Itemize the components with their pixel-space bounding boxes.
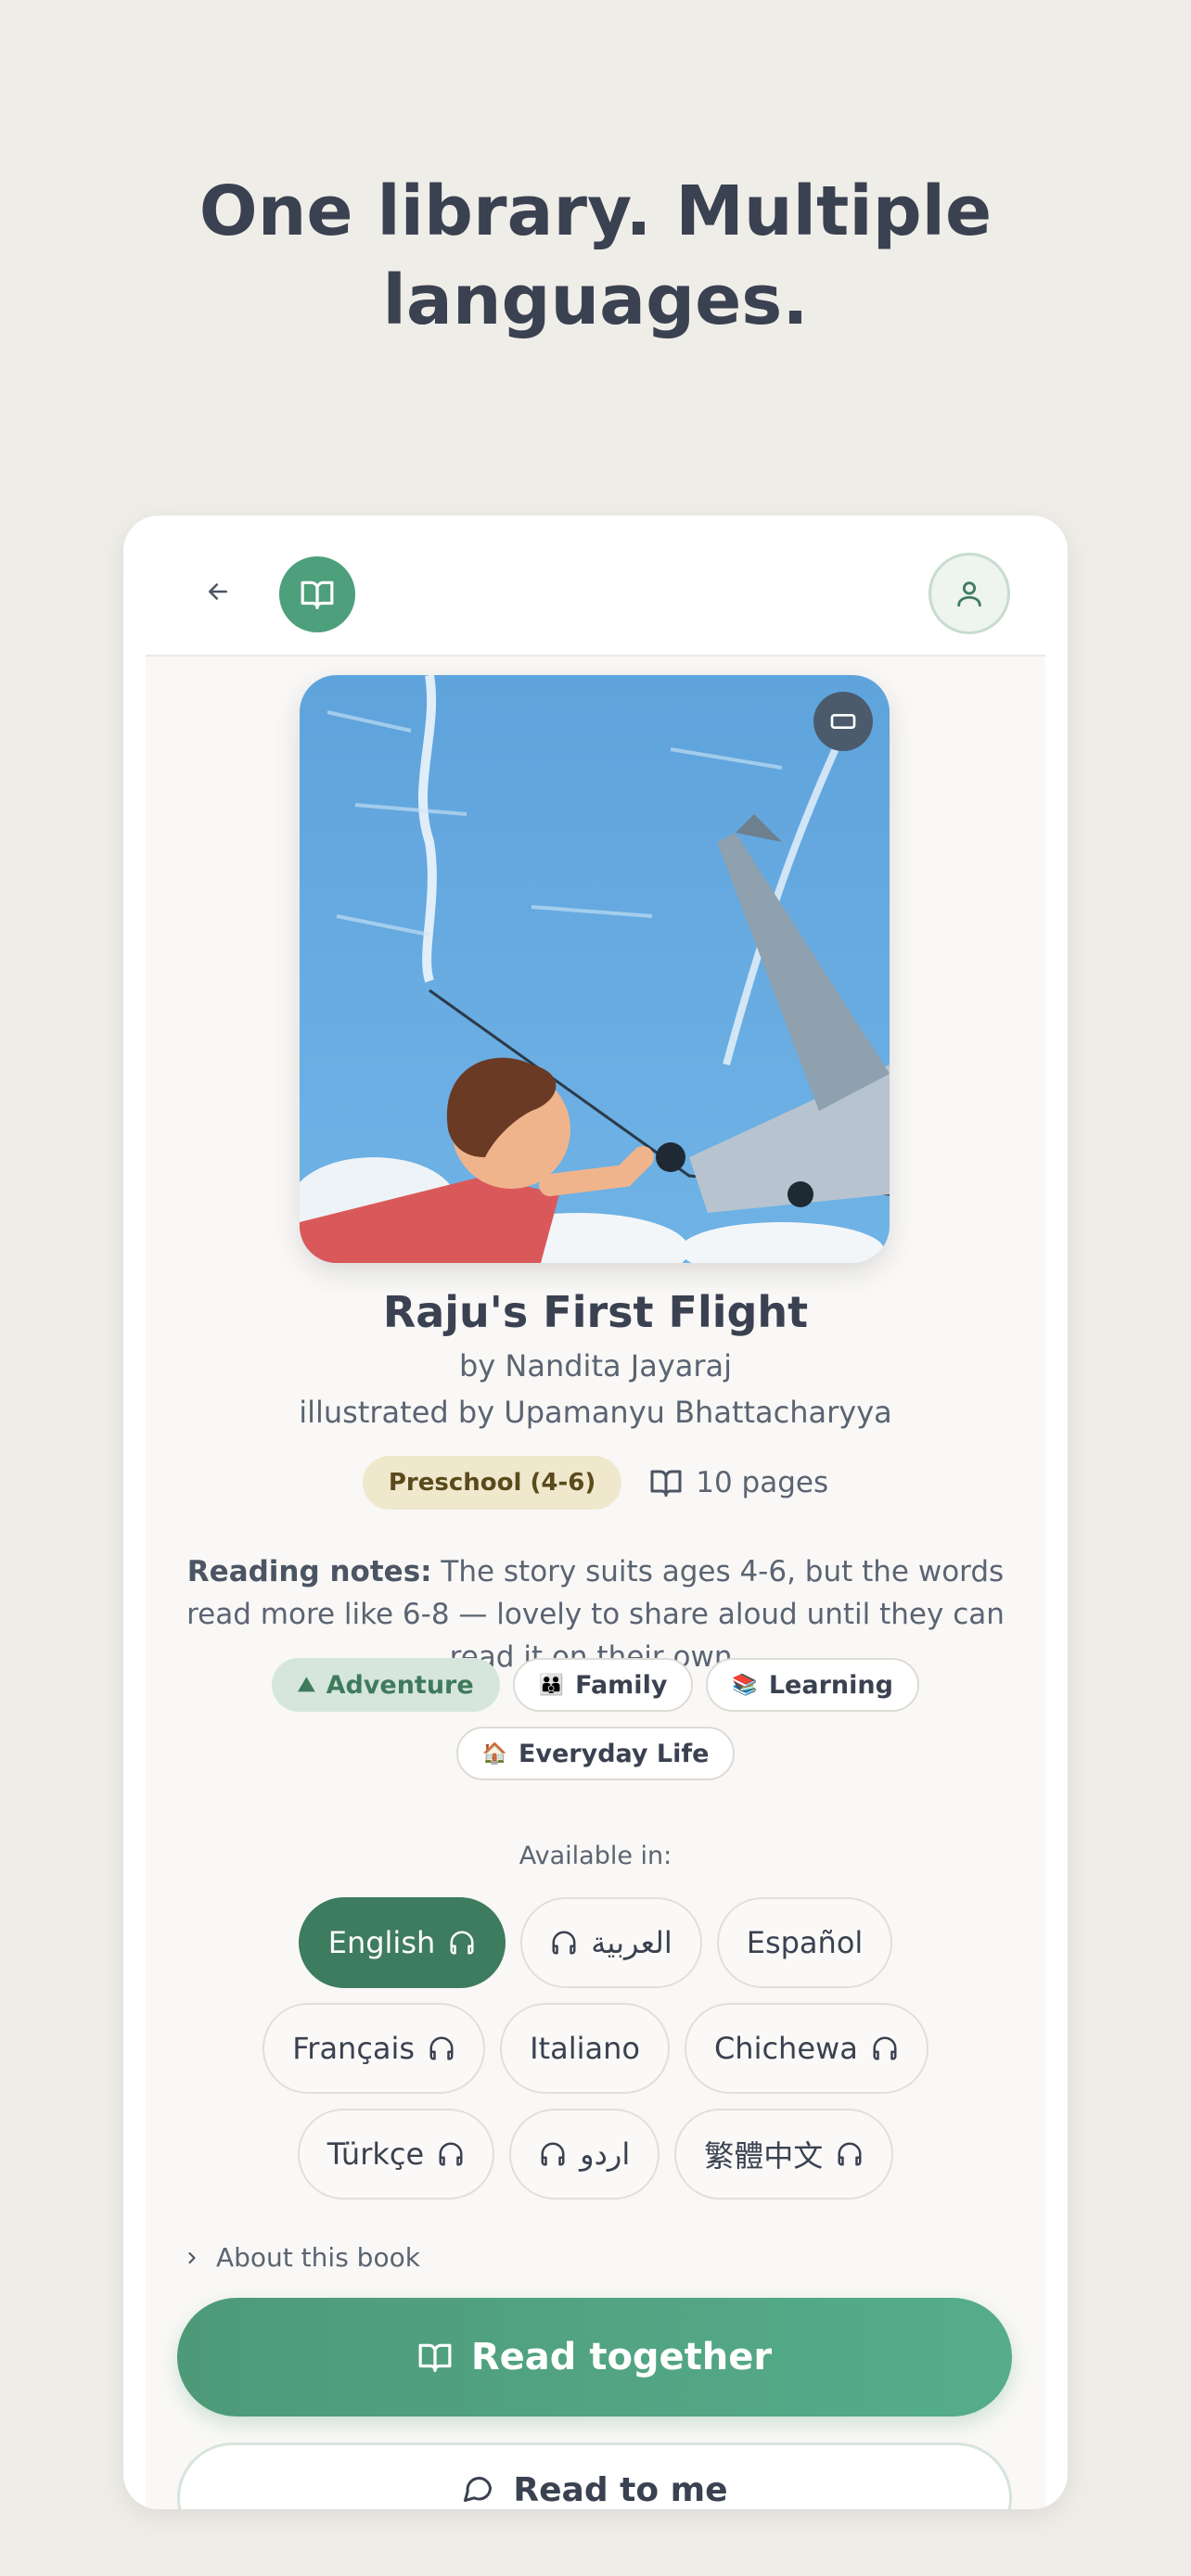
language-chip[interactable]: Chichewa [684, 2003, 928, 2094]
available-in-label: Available in: [519, 1842, 672, 1870]
headphones-icon [541, 2142, 565, 2166]
top-bar [123, 516, 1068, 655]
headline: One library. Multiple languages. [198, 172, 992, 340]
headphones-icon [450, 1931, 474, 1955]
tag-everyday-life[interactable]: 🏠 Everyday Life [455, 1727, 736, 1780]
headphones-icon [552, 1931, 576, 1955]
tag-adventure[interactable]: ⛰ Adventure [272, 1658, 500, 1712]
book-author: by Nandita Jayaraj [458, 1348, 733, 1384]
age-badge: Preschool (4-6) [362, 1456, 622, 1510]
family-icon: 👪 [538, 1673, 565, 1697]
mountain-icon: ⛰ [298, 1673, 315, 1697]
book-illustrator: illustrated by Upamanyu Bhattacharyya [299, 1395, 892, 1430]
language-label: English [327, 1925, 436, 1960]
reading-notes-label: Reading notes: [186, 1555, 432, 1588]
book-open-icon [301, 580, 334, 609]
language-chip[interactable]: Türkçe [297, 2109, 495, 2200]
about-this-book-toggle[interactable]: About this book [183, 2242, 420, 2273]
language-chip[interactable]: Français [263, 2003, 486, 2094]
language-label: Español [746, 1925, 864, 1960]
language-label: Chichewa [713, 2031, 858, 2066]
page-count: 10 pages [649, 1466, 828, 1499]
read-to-me-label: Read to me [513, 2471, 728, 2509]
tag-list: ⛰ Adventure 👪 Family 📚 Learning 🏠 Everyd… [257, 1658, 934, 1780]
house-icon: 🏠 [481, 1741, 507, 1766]
landscape-view-icon [830, 714, 856, 729]
library-home-button[interactable] [279, 556, 355, 632]
language-list: English العربية Español Français Italiano Chi… [183, 1897, 1008, 2200]
language-label: Français [292, 2031, 416, 2066]
language-label: 繁體中文 [704, 2138, 824, 2174]
back-button[interactable] [198, 571, 238, 612]
book-open-icon [418, 2343, 452, 2372]
user-icon [957, 581, 981, 607]
language-chip[interactable]: Italiano [500, 2003, 670, 2094]
app-screen: Raju's First Flight by Nandita Jayaraj i… [123, 516, 1068, 2509]
read-together-button[interactable]: Read together [177, 2298, 1012, 2417]
read-together-label: Read together [470, 2336, 773, 2378]
language-chip[interactable]: العربية [520, 1897, 702, 1988]
headphones-icon [429, 2036, 454, 2060]
language-label: Italiano [530, 2031, 640, 2066]
language-label: Türkçe [327, 2136, 425, 2172]
about-label: About this book [216, 2242, 420, 2273]
language-chip[interactable]: English [298, 1897, 506, 1988]
book-detail: Raju's First Flight by Nandita Jayaraj i… [146, 655, 1045, 2509]
speech-bubble-icon [464, 2477, 493, 2502]
language-chip[interactable]: اردو [509, 2109, 660, 2200]
headphones-icon [439, 2142, 463, 2166]
language-label: العربية [591, 1925, 672, 1960]
arrow-left-icon [209, 583, 227, 600]
tag-label: Everyday Life [518, 1739, 710, 1768]
chevron-right-icon [188, 2251, 196, 2264]
book-cover-image[interactable] [300, 675, 890, 1263]
tag-learning[interactable]: 📚 Learning [706, 1658, 919, 1712]
tag-label: Adventure [326, 1670, 474, 1700]
headphones-icon [838, 2142, 862, 2166]
profile-button[interactable] [928, 553, 1010, 634]
headphones-icon [873, 2036, 897, 2060]
read-to-me-button[interactable]: Read to me [177, 2442, 1012, 2509]
language-label: اردو [580, 2136, 631, 2172]
book-meta: Preschool (4-6) 10 pages [146, 1456, 1045, 1510]
book-title: Raju's First Flight [382, 1287, 809, 1337]
tag-family[interactable]: 👪 Family [512, 1658, 694, 1712]
page-count-label: 10 pages [696, 1466, 829, 1499]
landscape-view-button[interactable] [813, 692, 873, 751]
language-chip[interactable]: Español [716, 1897, 893, 1988]
tag-label: Learning [768, 1670, 893, 1700]
book-open-icon [650, 1470, 682, 1497]
language-chip[interactable]: 繁體中文 [674, 2109, 894, 2200]
tag-label: Family [575, 1670, 668, 1700]
books-icon: 📚 [732, 1673, 758, 1697]
